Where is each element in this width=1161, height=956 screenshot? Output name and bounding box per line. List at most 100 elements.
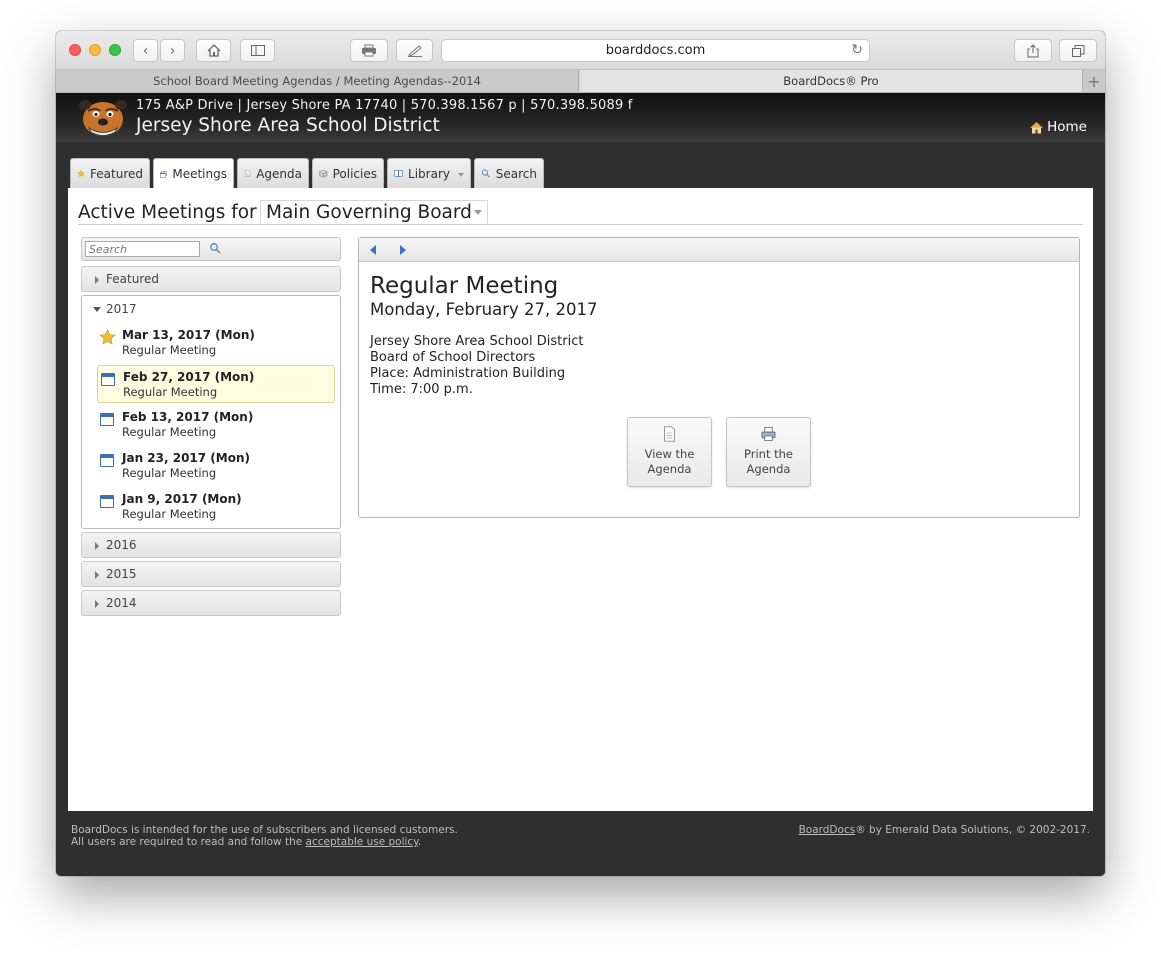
- chevron-down-icon[interactable]: [93, 307, 101, 312]
- zoom-window-button[interactable]: [109, 44, 121, 56]
- tab-label: Search: [495, 166, 537, 181]
- footer-notice-suffix: .: [417, 836, 422, 848]
- meeting-search-bar: [81, 237, 341, 261]
- tab-featured[interactable]: Featured: [70, 158, 150, 188]
- tab-agenda[interactable]: Agenda: [237, 158, 309, 188]
- next-meeting-icon[interactable]: [400, 245, 406, 255]
- button-label-line: Agenda: [746, 462, 791, 476]
- view-agenda-button[interactable]: View the Agenda: [627, 417, 712, 487]
- tabs-overview-button[interactable]: [1059, 39, 1097, 62]
- tab-label: Library: [408, 166, 450, 181]
- footer-notice-prefix: All users are required to read and follo…: [71, 836, 306, 848]
- footer-notice-line: BoardDocs is intended for the use of sub…: [71, 824, 458, 836]
- back-button[interactable]: ‹: [133, 39, 158, 62]
- button-label-line: Agenda: [647, 462, 692, 476]
- meeting-item-selected[interactable]: Feb 27, 2017 (Mon) Regular Meeting: [97, 365, 335, 403]
- browser-tab-label: School Board Meeting Agendas / Meeting A…: [153, 74, 481, 88]
- section-year-2014[interactable]: 2014: [81, 590, 341, 616]
- button-label-line: Print the: [744, 447, 793, 461]
- plus-icon: +: [1087, 71, 1101, 91]
- address-bar[interactable]: boarddocs.com ↻: [441, 39, 870, 62]
- board-select-value: Main Governing Board: [266, 202, 472, 223]
- meeting-item[interactable]: Jan 9, 2017 (Mon) Regular Meeting: [97, 488, 335, 526]
- reload-icon[interactable]: ↻: [851, 42, 863, 58]
- tab-search[interactable]: Search: [474, 158, 544, 188]
- print-toolbar-button[interactable]: [350, 39, 388, 62]
- footer-notice: BoardDocs is intended for the use of sub…: [71, 824, 458, 848]
- share-button[interactable]: [1014, 39, 1052, 62]
- sidebar-icon: [250, 45, 265, 56]
- meeting-info-line: Jersey Shore Area School District: [370, 334, 584, 349]
- meeting-item[interactable]: Feb 13, 2017 (Mon) Regular Meeting: [97, 406, 335, 444]
- section-label: Featured: [106, 272, 159, 286]
- chevron-right-icon: [95, 542, 99, 550]
- board-select[interactable]: Main Governing Board: [260, 200, 488, 224]
- home-toolbar-button[interactable]: [196, 39, 231, 62]
- home-link-label: Home: [1047, 119, 1087, 135]
- tab-label: Agenda: [256, 166, 302, 181]
- previous-meeting-icon[interactable]: [370, 245, 376, 255]
- meeting-full-date: Monday, February 27, 2017: [370, 300, 598, 319]
- new-tab-button[interactable]: +: [1082, 70, 1105, 92]
- share-icon: [1027, 43, 1039, 57]
- calendar-icon: [100, 454, 114, 467]
- year-label[interactable]: 2017: [106, 302, 137, 316]
- browser-tab-boarddocs[interactable]: BoardDocs® Pro: [580, 70, 1082, 92]
- tab-policies[interactable]: Policies: [312, 158, 384, 188]
- meeting-nav-bar: [359, 238, 1079, 262]
- meeting-name: Regular Meeting: [122, 507, 217, 521]
- section-featured[interactable]: Featured: [81, 266, 341, 292]
- printer-icon: [362, 44, 376, 57]
- meeting-item[interactable]: Mar 13, 2017 (Mon) Regular Meeting: [97, 324, 335, 362]
- chevron-down-icon: [474, 210, 482, 215]
- pencil-icon: [407, 45, 422, 57]
- star-icon: [77, 169, 85, 178]
- browser-window: ‹ › boarddocs.com ↻ School Board Meeting…: [56, 31, 1105, 876]
- forward-button[interactable]: ›: [160, 39, 185, 62]
- url-text: boarddocs.com: [605, 43, 706, 58]
- calendar-icon: [100, 413, 114, 426]
- chevron-right-icon: [95, 276, 99, 284]
- tab-label: Featured: [90, 166, 143, 181]
- house-icon: [1030, 121, 1044, 133]
- home-link[interactable]: Home: [1029, 119, 1087, 135]
- year-group-open: 2017 Mar 13, 2017 (Mon) Regular Meeting …: [81, 295, 341, 529]
- boarddocs-link[interactable]: BoardDocs: [799, 824, 856, 836]
- browser-tab-label: BoardDocs® Pro: [783, 74, 879, 88]
- district-name: Jersey Shore Area School District: [136, 115, 440, 136]
- document-icon: [664, 426, 675, 442]
- meeting-date: Feb 27, 2017 (Mon): [123, 370, 255, 384]
- chevron-right-icon: ›: [169, 42, 176, 59]
- copyright-text: ® by Emerald Data Solutions, © 2002-2017…: [855, 824, 1090, 836]
- acceptable-use-policy-link[interactable]: acceptable use policy: [306, 836, 418, 848]
- site-header: 175 A&P Drive | Jersey Shore PA 17740 | …: [56, 93, 1105, 142]
- meeting-info-line: Board of School Directors: [370, 350, 536, 365]
- meeting-name: Regular Meeting: [122, 425, 217, 439]
- search-icon[interactable]: [209, 242, 221, 257]
- markup-toolbar-button[interactable]: [396, 39, 433, 62]
- box-icon: [319, 169, 328, 178]
- meeting-date: Jan 23, 2017 (Mon): [122, 451, 250, 465]
- close-window-button[interactable]: [69, 44, 81, 56]
- section-year-2016[interactable]: 2016: [81, 532, 341, 558]
- tab-library[interactable]: Library: [387, 158, 471, 188]
- section-label: 2014: [106, 596, 137, 610]
- meeting-name: Regular Meeting: [122, 343, 217, 357]
- meeting-info-line: Time: 7:00 p.m.: [370, 382, 473, 397]
- footer-copyright: BoardDocs® by Emerald Data Solutions, © …: [799, 824, 1090, 836]
- minimize-window-button[interactable]: [89, 44, 101, 56]
- browser-toolbar: ‹ › boarddocs.com ↻: [56, 31, 1105, 70]
- main-content: Active Meetings for Main Governing Board…: [68, 188, 1093, 811]
- browser-tab-agendas[interactable]: School Board Meeting Agendas / Meeting A…: [56, 70, 579, 92]
- tab-meetings[interactable]: Meetings: [153, 158, 234, 189]
- print-agenda-button[interactable]: Print the Agenda: [726, 417, 811, 487]
- sidebar-toggle-button[interactable]: [240, 39, 275, 62]
- meeting-item[interactable]: Jan 23, 2017 (Mon) Regular Meeting: [97, 447, 335, 485]
- meeting-date: Feb 13, 2017 (Mon): [122, 410, 254, 424]
- section-year-2015[interactable]: 2015: [81, 561, 341, 587]
- meetings-icon: [160, 170, 168, 178]
- meeting-search-input[interactable]: [85, 241, 200, 257]
- calendar-icon: [100, 495, 114, 508]
- meeting-name: Regular Meeting: [123, 385, 218, 399]
- house-icon: [207, 44, 220, 57]
